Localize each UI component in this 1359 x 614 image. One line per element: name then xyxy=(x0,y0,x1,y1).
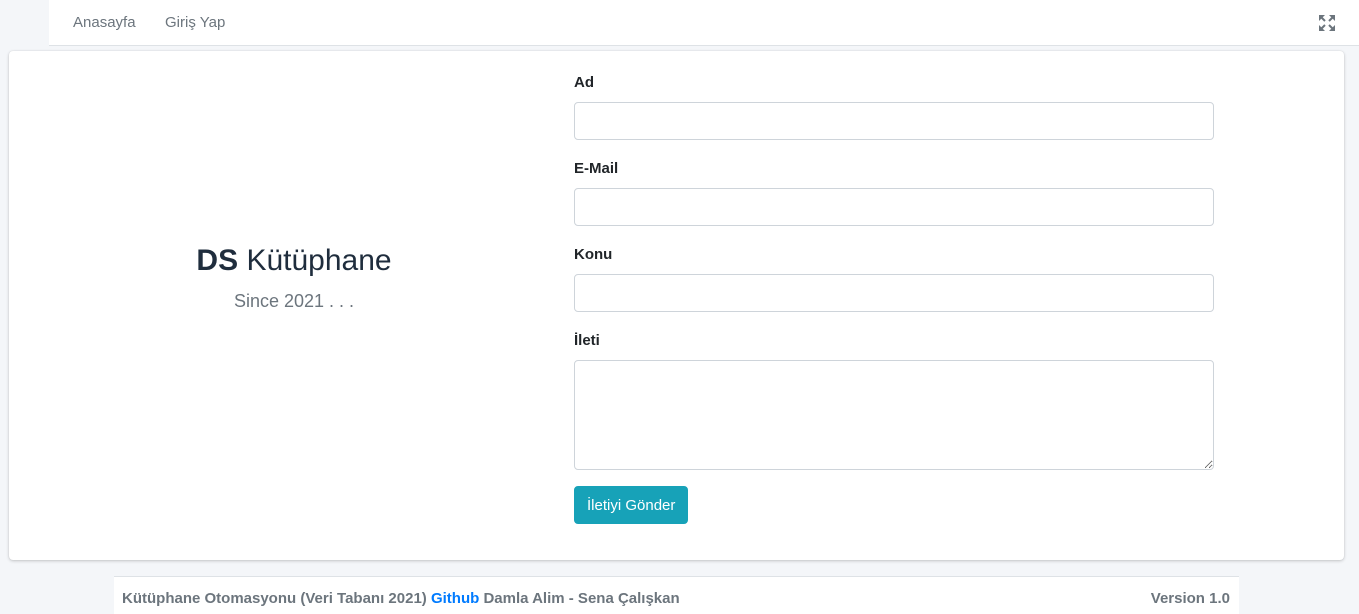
name-label: Ad xyxy=(574,74,594,91)
email-label: E-Mail xyxy=(574,160,619,177)
email-input[interactable] xyxy=(574,188,1214,226)
subject-input[interactable] xyxy=(574,274,1214,312)
footer-credits: Kütüphane Otomasyonu (Veri Tabanı 2021) … xyxy=(122,590,680,607)
send-message-button[interactable]: İletiyi Gönder xyxy=(574,486,689,524)
nav-link-login[interactable]: Giriş Yap xyxy=(165,0,225,46)
github-link[interactable]: Github xyxy=(431,590,479,607)
fullscreen-icon[interactable] xyxy=(1317,13,1337,33)
brand-tagline: Since 2021 . . . xyxy=(233,291,355,311)
name-input[interactable] xyxy=(574,102,1214,140)
nav-link-home[interactable]: Anasayfa xyxy=(73,0,136,46)
brand-bold: DS xyxy=(196,244,239,277)
brand-title: DS Kütüphane xyxy=(9,241,579,281)
top-navbar: Anasayfa Giriş Yap xyxy=(49,0,1359,46)
subject-label: Konu xyxy=(574,246,613,263)
footer-text: Kütüphane Otomasyonu (Veri Tabanı 2021) xyxy=(122,590,427,607)
footer-version: Version 1.0 xyxy=(1150,590,1230,607)
contact-card: DS Kütüphane Since 2021 . . . Ad E-Mail … xyxy=(9,51,1344,560)
brand-block: DS Kütüphane Since 2021 . . . xyxy=(9,241,579,312)
footer-authors: Damla Alim - Sena Çalışkan xyxy=(483,590,680,607)
message-label: İleti xyxy=(574,332,600,349)
footer: Kütüphane Otomasyonu (Veri Tabanı 2021) … xyxy=(114,576,1239,614)
brand-name: Kütüphane xyxy=(246,244,392,277)
message-textarea[interactable] xyxy=(574,360,1214,470)
